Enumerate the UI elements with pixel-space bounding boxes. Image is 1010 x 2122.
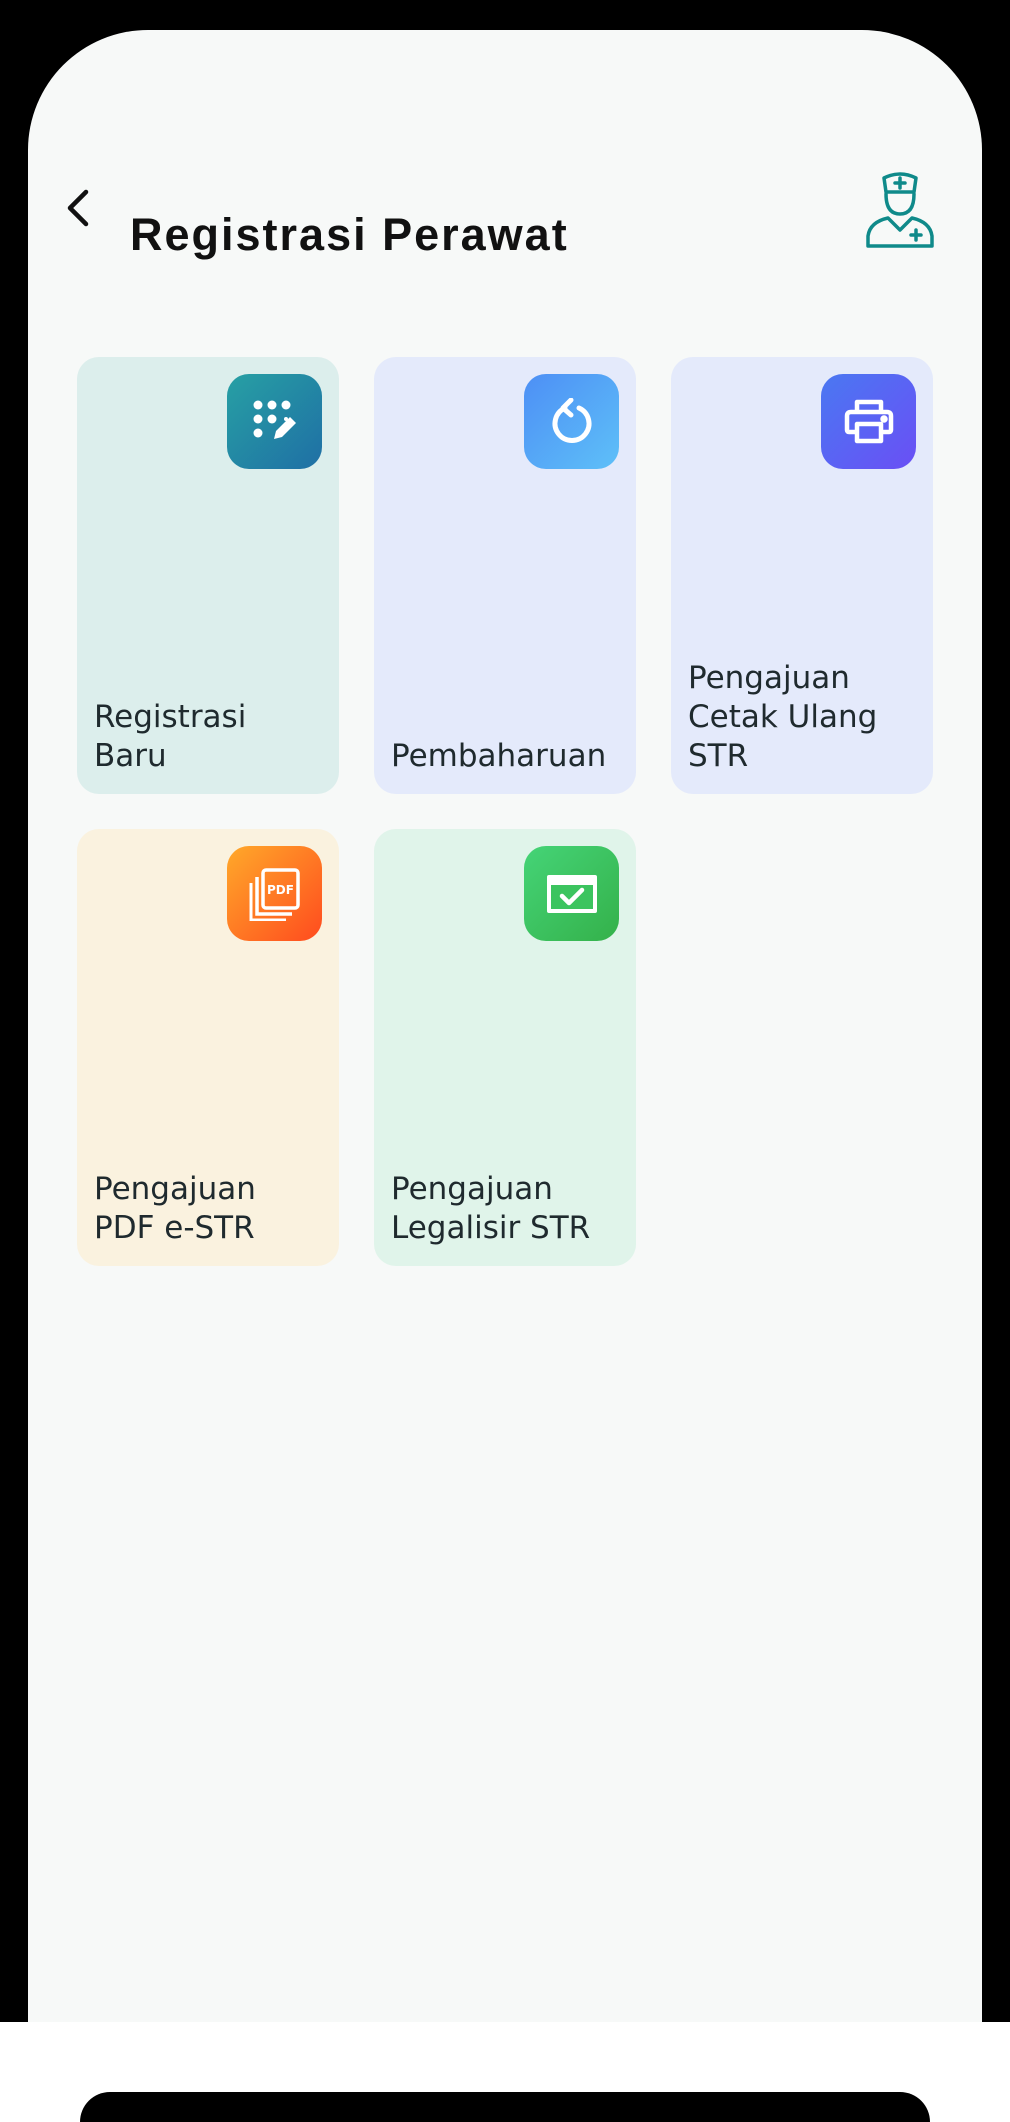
menu-card-label: Pembaharuan — [391, 738, 607, 774]
menu-card-label: Pengajuan Legalisir STR — [391, 1171, 591, 1246]
menu-card-label: Registrasi Baru — [94, 699, 247, 774]
profile-button[interactable] — [864, 170, 936, 248]
menu-card-label: Pengajuan PDF e-STR — [94, 1171, 256, 1246]
printer-icon — [844, 399, 893, 443]
chevron-left-icon — [67, 189, 89, 227]
page-title: Registrasi Perawat — [130, 209, 569, 260]
menu-card-label: Pengajuan Cetak Ulang STR — [688, 660, 878, 774]
menu-card-pdf-e-str[interactable]: PDF Pengajuan PDF e-STR — [77, 829, 339, 1266]
device-bezel-bottom — [80, 2092, 930, 2122]
menu-card-registrasi-baru[interactable]: Registrasi Baru — [77, 357, 339, 794]
refresh-icon — [552, 397, 591, 443]
menu-card-legalisir-str[interactable]: Pengajuan Legalisir STR — [374, 829, 636, 1266]
icon-tile — [524, 846, 619, 941]
menu-card-pembaharuan[interactable]: Pembaharuan — [374, 357, 636, 794]
icon-tile — [821, 374, 916, 469]
icon-tile — [524, 374, 619, 469]
keypad-edit-icon — [253, 400, 296, 439]
app-container: Registrasi Perawat Registrasi Baru Pemba… — [28, 30, 982, 2122]
nurse-icon — [866, 172, 934, 248]
certificate-check-icon — [546, 874, 597, 913]
pdf-icon: PDF — [249, 867, 300, 921]
device-screen: Registrasi Perawat Registrasi Baru Pemba… — [0, 0, 1010, 2122]
svg-text:PDF: PDF — [267, 883, 294, 897]
back-button[interactable] — [56, 182, 100, 234]
header: Registrasi Perawat — [28, 30, 982, 290]
icon-tile — [227, 374, 322, 469]
icon-tile: PDF — [227, 846, 322, 941]
menu-card-cetak-ulang-str[interactable]: Pengajuan Cetak Ulang STR — [671, 357, 933, 794]
